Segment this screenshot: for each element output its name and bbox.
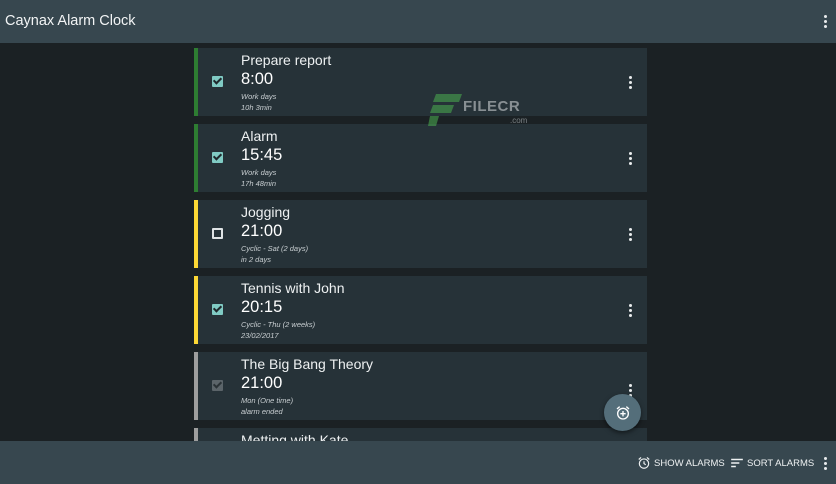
alarm-overflow-menu-icon[interactable] xyxy=(623,300,637,320)
alarm-schedule: Cyclic - Thu (2 weeks) xyxy=(241,320,316,329)
sort-alarms-button[interactable]: SORT ALARMS xyxy=(730,456,814,470)
alarm-category-stripe xyxy=(194,352,198,420)
alarm-enabled-checkbox[interactable] xyxy=(212,228,223,239)
alarm-overflow-menu-icon[interactable] xyxy=(623,148,637,168)
alarm-card[interactable]: The Big Bang Theory 21:00 Mon (One time)… xyxy=(194,352,647,420)
app-title: Caynax Alarm Clock xyxy=(5,13,136,29)
alarm-overflow-menu-icon[interactable] xyxy=(623,224,637,244)
alarm-remaining: 23/02/2017 xyxy=(241,331,279,340)
alarm-time: 20:15 xyxy=(241,298,283,316)
bottombar-overflow-menu-icon[interactable] xyxy=(818,453,832,473)
sort-alarms-label: SORT ALARMS xyxy=(747,457,815,469)
show-alarms-button[interactable]: SHOW ALARMS xyxy=(637,456,725,470)
alarm-enabled-checkbox[interactable] xyxy=(212,304,223,315)
alarm-schedule: Mon (One time) xyxy=(241,396,294,405)
alarm-remaining: alarm ended xyxy=(241,407,283,416)
alarm-card[interactable]: Prepare report 8:00 Work days 10h 3min xyxy=(194,48,647,116)
alarm-schedule: Cyclic - Sat (2 days) xyxy=(241,244,309,253)
alarm-category-stripe xyxy=(194,428,198,441)
alarm-list[interactable]: Prepare report 8:00 Work days 10h 3min A… xyxy=(194,48,647,441)
alarm-title: Tennis with John xyxy=(241,280,345,296)
alarm-title: Prepare report xyxy=(241,52,332,68)
alarm-time: 21:00 xyxy=(241,374,283,392)
alarm-card[interactable]: Metting with Kate xyxy=(194,428,647,441)
watermark-emblem-icon xyxy=(428,94,462,126)
alarm-enabled-checkbox[interactable] xyxy=(212,380,223,391)
alarm-time: 15:45 xyxy=(241,146,283,164)
alarm-remaining: in 2 days xyxy=(241,255,272,264)
alarm-title: Jogging xyxy=(241,204,291,220)
alarm-time: 21:00 xyxy=(241,222,283,240)
add-alarm-icon xyxy=(616,405,629,420)
watermark-text: FILECR xyxy=(463,98,521,115)
alarm-schedule: Work days xyxy=(241,168,277,177)
alarm-title: Metting with Kate xyxy=(241,432,349,441)
watermark-subtext: .com xyxy=(510,116,528,125)
alarm-card[interactable]: Tennis with John 20:15 Cyclic - Thu (2 w… xyxy=(194,276,647,344)
app-toolbar: Caynax Alarm Clock xyxy=(0,0,836,43)
alarm-category-stripe xyxy=(194,48,198,116)
alarm-time: 8:00 xyxy=(241,70,274,88)
alarm-enabled-checkbox[interactable] xyxy=(212,76,223,87)
toolbar-overflow-menu-icon[interactable] xyxy=(818,11,832,31)
sort-icon xyxy=(731,458,743,468)
alarm-remaining: 17h 48min xyxy=(241,179,277,188)
alarm-title: The Big Bang Theory xyxy=(241,356,374,372)
alarm-overflow-menu-icon[interactable] xyxy=(623,72,637,92)
alarm-card[interactable]: Alarm 15:45 Work days 17h 48min xyxy=(194,124,647,192)
alarm-clock-icon xyxy=(638,457,650,469)
alarm-remaining: 10h 3min xyxy=(241,103,272,112)
alarm-title: Alarm xyxy=(241,128,278,144)
add-alarm-fab[interactable] xyxy=(604,394,641,431)
alarm-category-stripe xyxy=(194,276,198,344)
alarm-category-stripe xyxy=(194,200,198,268)
alarm-enabled-checkbox[interactable] xyxy=(212,152,223,163)
alarm-category-stripe xyxy=(194,124,198,192)
bottom-action-bar: SHOW ALARMS SORT ALARMS xyxy=(0,441,836,484)
watermark-logo: FILECR .com xyxy=(428,92,538,128)
alarm-card[interactable]: Jogging 21:00 Cyclic - Sat (2 days) in 2… xyxy=(194,200,647,268)
show-alarms-label: SHOW ALARMS xyxy=(654,457,725,469)
alarm-schedule: Work days xyxy=(241,92,277,101)
